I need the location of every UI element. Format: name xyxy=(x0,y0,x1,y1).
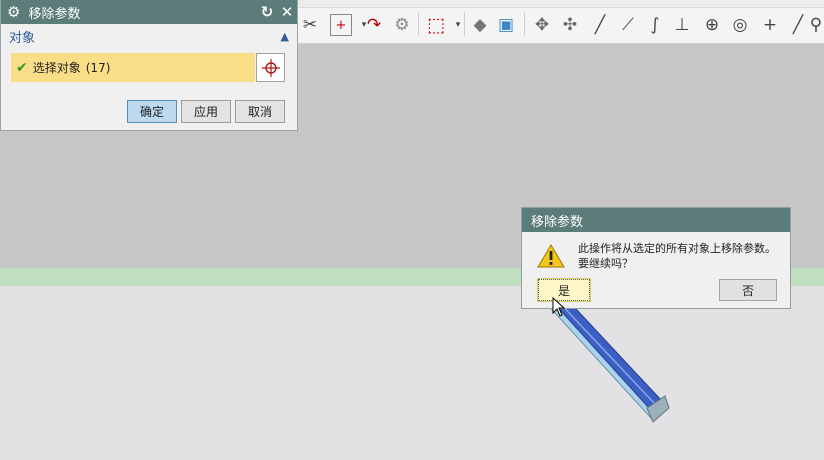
select-box-icon[interactable]: ⬚ xyxy=(424,12,448,38)
pattern-icon[interactable]: ✥ xyxy=(530,12,554,38)
select-object-label: 选择对象 xyxy=(32,61,81,75)
add-point-icon[interactable]: + xyxy=(330,14,352,36)
solid-block-icon[interactable]: ◆ xyxy=(468,12,492,38)
confirm-dialog: 移除参数 此操作将从选定的所有对象上移除参数。要继续吗？ 是 否 xyxy=(521,207,791,309)
select-object-count: (17) xyxy=(85,60,111,75)
toolbar-top-strip xyxy=(298,0,824,8)
dialog-message: 此操作将从选定的所有对象上移除参数。要继续吗？ xyxy=(578,242,776,270)
line-icon[interactable]: ╱ xyxy=(588,12,612,38)
apply-button[interactable]: 应用 xyxy=(181,100,231,123)
curve-icon[interactable]: ∫ xyxy=(643,12,667,38)
dialog-titlebar: 移除参数 xyxy=(522,208,790,232)
plus-icon[interactable]: + xyxy=(758,12,782,38)
panel-title: 移除参数 xyxy=(28,6,81,22)
toolbar-separator xyxy=(418,12,419,36)
snap-icon[interactable]: ✣ xyxy=(558,12,582,38)
circle-plus-icon[interactable]: ⊕ xyxy=(700,12,724,38)
viewport-lower-area[interactable] xyxy=(0,286,824,460)
rotate-icon[interactable]: ↷ xyxy=(362,12,386,38)
perpendicular-icon[interactable]: ⊥ xyxy=(670,12,694,38)
gear-icon[interactable]: ⚙ xyxy=(7,3,20,21)
dialog-title: 移除参数 xyxy=(531,214,584,230)
chevron-up-icon[interactable]: ▲ xyxy=(281,30,289,43)
magnifier-icon[interactable]: ⚲ xyxy=(808,12,824,38)
close-icon[interactable]: ✕ xyxy=(277,3,297,21)
panel-titlebar: ⚙ 移除参数 ↻ ✕ xyxy=(1,0,297,24)
toolbar-separator xyxy=(524,12,525,36)
cube-icon[interactable]: ▣ xyxy=(494,12,518,38)
object-section-header[interactable]: 对象 ▲ xyxy=(1,24,297,48)
circle-snap-icon[interactable]: ◎ xyxy=(728,12,752,38)
crosshair-icon xyxy=(261,58,280,77)
cancel-button[interactable]: 取消 xyxy=(235,100,285,123)
ok-button[interactable]: 确定 xyxy=(127,100,177,123)
select-object-row[interactable]: ✔ 选择对象 (17) xyxy=(11,53,255,82)
mouse-cursor-icon xyxy=(552,297,566,317)
diagonal-icon[interactable]: ╱ xyxy=(786,12,810,38)
dropdown-arrow-icon[interactable]: ▾ xyxy=(446,12,470,38)
select-object-button[interactable] xyxy=(256,53,285,82)
no-button[interactable]: 否 xyxy=(719,279,777,301)
transform-icon[interactable]: ⚙ xyxy=(390,12,414,38)
toolbar-separator xyxy=(464,12,465,36)
arc-line-icon[interactable]: ⟋ xyxy=(616,12,640,38)
main-toolbar: ✂ + ▾ ↷ ⚙ ⬚ ▾ ◆ ▣ ✥ ✣ ╱ ⟋ ∫ ⊥ ⊕ ◎ + ╱ ⚲ xyxy=(298,0,824,44)
remove-parameters-panel: ⚙ 移除参数 ↻ ✕ 对象 ▲ ✔ 选择对象 (17) 确定 应用 取消 xyxy=(0,0,298,131)
trim-icon[interactable]: ✂ xyxy=(298,12,322,38)
warning-icon xyxy=(537,244,565,268)
reset-icon[interactable]: ↻ xyxy=(257,3,277,21)
section-label: 对象 xyxy=(9,30,36,46)
checkmark-icon: ✔ xyxy=(16,59,28,76)
